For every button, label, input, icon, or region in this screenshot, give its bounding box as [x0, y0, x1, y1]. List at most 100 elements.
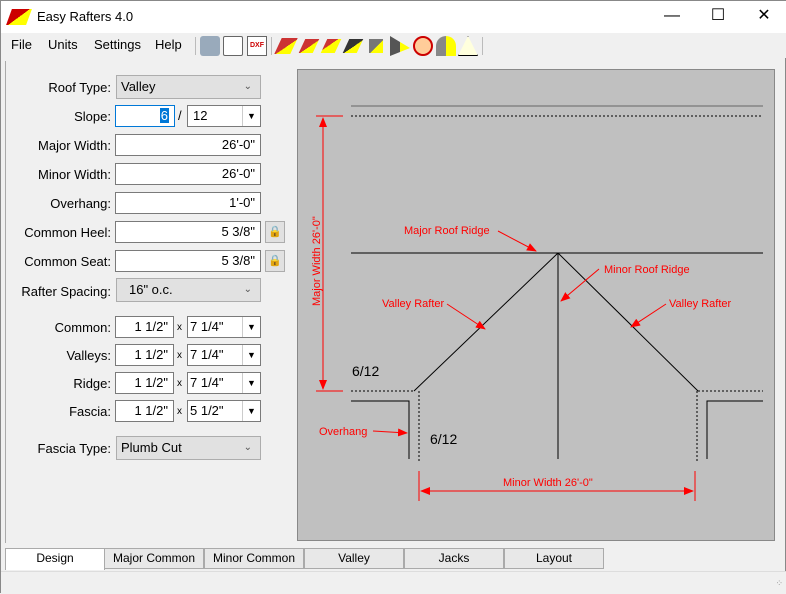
dropdown-arrow-icon[interactable]: ▼	[242, 373, 260, 393]
overhang-label: Overhang:	[50, 196, 111, 211]
common-thickness-input[interactable]: 1 1/2"	[115, 316, 174, 338]
common-seat-input[interactable]: 5 3/8"	[115, 250, 261, 272]
common-heel-label: Common Heel:	[24, 225, 111, 240]
menu-help[interactable]: Help	[155, 37, 182, 52]
major-width-text: Major Width 26'-0"	[311, 216, 323, 306]
tab-major-common[interactable]: Major Common	[104, 548, 204, 569]
common-depth-select[interactable]: 7 1/4" ▼	[187, 316, 261, 338]
fascia-type-value: Plumb Cut	[121, 440, 182, 455]
menu-file[interactable]: File	[11, 37, 32, 52]
dropdown-arrow-icon[interactable]: ▼	[242, 317, 260, 337]
chevron-down-icon: ⌄	[243, 284, 252, 295]
dropdown-arrow-icon[interactable]: ▼	[242, 401, 260, 421]
rafter-spacing-label: Rafter Spacing:	[21, 284, 111, 299]
roof-type-value: Valley	[121, 79, 156, 94]
gazebo-icon[interactable]	[458, 36, 478, 56]
slope-text-1: 6/12	[352, 363, 379, 379]
menu-units[interactable]: Units	[48, 37, 78, 52]
minor-ridge-text: Minor Roof Ridge	[604, 264, 690, 276]
valley-rafter-left	[413, 252, 559, 392]
toolbar-separator	[482, 37, 483, 55]
resize-grip-icon[interactable]: ⁘	[775, 578, 783, 589]
lock-icon: 🔒	[268, 255, 282, 267]
roof-type-label: Roof Type:	[48, 80, 111, 95]
slope-run-select[interactable]: 12 ▼	[187, 105, 261, 127]
fascia-depth-select[interactable]: 5 1/2" ▼	[187, 400, 261, 422]
valleys-depth-value: 7 1/4"	[190, 347, 224, 362]
toolbar-separator	[271, 37, 272, 55]
ridge-label: Ridge:	[73, 376, 111, 391]
minor-width-text: Minor Width 26'-0"	[503, 477, 593, 489]
tab-layout[interactable]: Layout	[504, 548, 604, 569]
valley-left-leader	[446, 303, 486, 330]
rafter-spacing-value: 16" o.c.	[129, 282, 173, 297]
minor-width-label: Minor Width:	[38, 167, 111, 182]
menu-settings[interactable]: Settings	[94, 37, 141, 52]
minor-ridge-leader	[560, 268, 600, 302]
tab-minor-common[interactable]: Minor Common	[204, 548, 304, 569]
common-rafter-icon[interactable]	[274, 38, 298, 54]
print-icon[interactable]	[200, 36, 220, 56]
valley-right-leader	[630, 303, 667, 328]
dormer-icon[interactable]	[436, 36, 456, 56]
valleys-thickness-input[interactable]: 1 1/2"	[115, 344, 174, 366]
times-sign: x	[177, 406, 182, 417]
fascia-right	[706, 400, 763, 459]
gable-icon[interactable]	[369, 39, 383, 53]
shed-icon[interactable]	[390, 36, 410, 56]
fascia-thickness-input[interactable]: 1 1/2"	[115, 400, 174, 422]
title-bar: Easy Rafters 4.0 — ☐ ✕	[1, 1, 786, 33]
slope-rise-value: 6	[159, 108, 169, 123]
tab-jacks[interactable]: Jacks	[404, 548, 504, 569]
ridge-depth-value: 7 1/4"	[190, 375, 224, 390]
ridge-depth-select[interactable]: 7 1/4" ▼	[187, 372, 261, 394]
dropdown-arrow-icon[interactable]: ▼	[242, 106, 260, 126]
overhang-text: Overhang	[319, 426, 367, 438]
close-button[interactable]: ✕	[741, 1, 786, 33]
overhang-input[interactable]: 1'-0"	[115, 192, 261, 214]
major-ridge-text: Major Roof Ridge	[404, 225, 490, 237]
valley-right-text: Valley Rafter	[669, 298, 731, 310]
octagon-icon[interactable]	[413, 36, 433, 56]
minimize-button[interactable]: —	[649, 1, 695, 33]
slope-label: Slope:	[74, 109, 111, 124]
common-seat-label: Common Seat:	[24, 254, 111, 269]
slope-text-2: 6/12	[430, 431, 457, 447]
valley-rafter-icon[interactable]	[320, 39, 342, 53]
tab-design[interactable]: Design	[5, 548, 105, 570]
slope-run-value: 12	[193, 108, 208, 123]
jack-rafter-icon[interactable]	[342, 39, 364, 53]
fascia-type-label: Fascia Type:	[37, 441, 111, 456]
print-preview-icon[interactable]	[223, 36, 243, 56]
major-ridge-leader	[497, 230, 537, 252]
slope-rise-input[interactable]: 6	[115, 105, 175, 127]
roof-type-select[interactable]: Valley ⌄	[116, 75, 261, 99]
rafter-spacing-select[interactable]: 16" o.c. ⌄	[116, 278, 261, 302]
window-title: Easy Rafters 4.0	[37, 9, 134, 24]
hip-rafter-icon[interactable]	[298, 39, 320, 53]
lock-seat-button[interactable]: 🔒	[265, 250, 285, 272]
common-heel-input[interactable]: 5 3/8"	[115, 221, 261, 243]
lock-icon: 🔒	[268, 226, 282, 238]
valleys-depth-select[interactable]: 7 1/4" ▼	[187, 344, 261, 366]
dxf-export-icon[interactable]: DXF	[247, 36, 267, 56]
tab-valley[interactable]: Valley	[304, 548, 404, 569]
common-label: Common:	[54, 320, 111, 335]
maximize-button[interactable]: ☐	[695, 1, 741, 33]
fascia-type-select[interactable]: Plumb Cut ⌄	[116, 436, 261, 460]
minor-width-input[interactable]: 26'-0"	[115, 163, 261, 185]
lock-heel-button[interactable]: 🔒	[265, 221, 285, 243]
ridge-thickness-input[interactable]: 1 1/2"	[115, 372, 174, 394]
menu-bar: File Units Settings Help DXF	[1, 33, 786, 58]
status-bar: ⁘	[1, 571, 786, 594]
chevron-down-icon: ⌄	[243, 81, 252, 92]
overhang-leader	[372, 428, 408, 437]
toolbar-separator	[195, 37, 196, 55]
dropdown-arrow-icon[interactable]: ▼	[242, 345, 260, 365]
fascia-label: Fascia:	[69, 404, 111, 419]
times-sign: x	[177, 350, 182, 361]
common-depth-value: 7 1/4"	[190, 319, 224, 334]
chevron-down-icon: ⌄	[243, 442, 252, 453]
slope-separator: /	[178, 108, 182, 123]
major-width-input[interactable]: 26'-0"	[115, 134, 261, 156]
